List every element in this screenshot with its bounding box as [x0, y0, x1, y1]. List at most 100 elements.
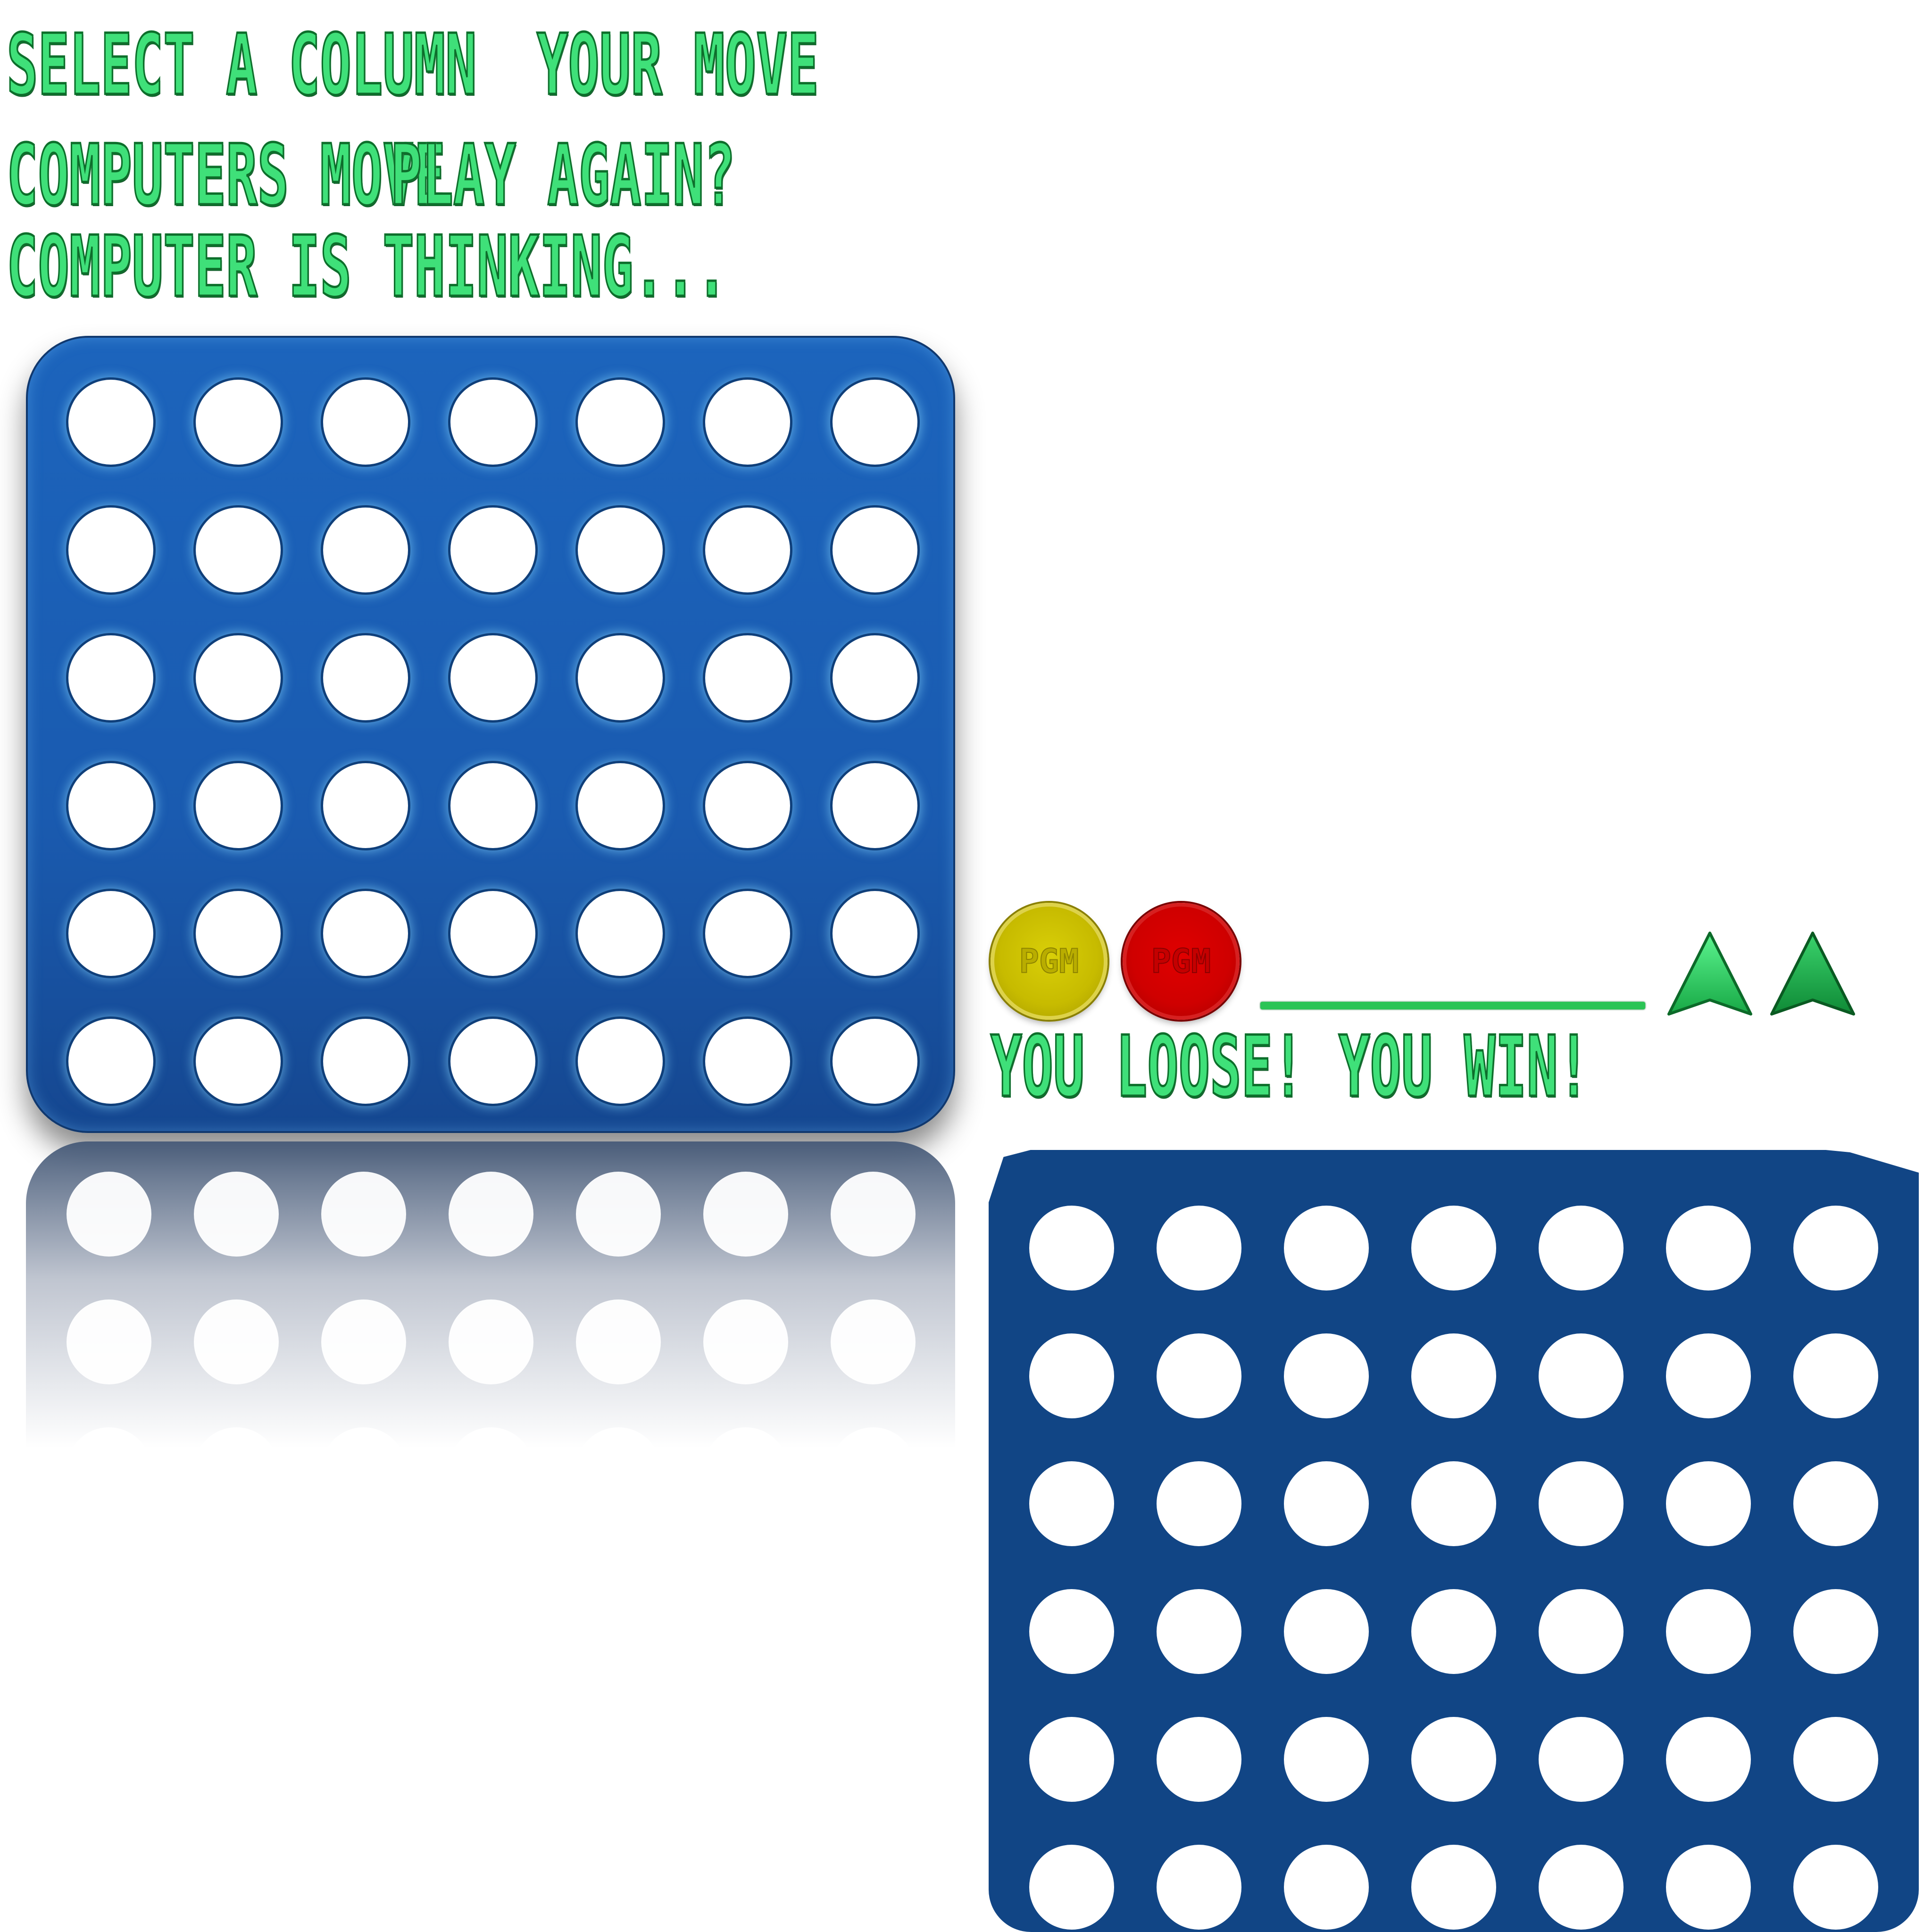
your-move-label: Your Move	[536, 15, 819, 115]
board-slot[interactable]	[833, 380, 917, 465]
board-slot[interactable]	[68, 1019, 153, 1104]
reflection-slot	[321, 1427, 406, 1448]
board-slot[interactable]	[1793, 1589, 1878, 1674]
board-slot[interactable]	[1284, 1717, 1369, 1802]
board-slot[interactable]	[833, 763, 917, 848]
column-arrow-icon[interactable]	[1768, 929, 1857, 1024]
board-slot[interactable]	[1157, 1845, 1241, 1930]
board-slot[interactable]	[833, 1019, 917, 1104]
board-slot[interactable]	[196, 763, 281, 848]
board-slot[interactable]	[705, 508, 790, 592]
board-slot[interactable]	[323, 1019, 408, 1104]
reflection-slot	[831, 1172, 916, 1257]
board-slot[interactable]	[1157, 1717, 1241, 1802]
board-slot[interactable]	[450, 891, 535, 976]
board-slot[interactable]	[578, 508, 663, 592]
board-slot[interactable]	[323, 380, 408, 465]
board-slot[interactable]	[450, 763, 535, 848]
board-slot[interactable]	[196, 891, 281, 976]
board-slot[interactable]	[323, 763, 408, 848]
board-slot[interactable]	[1284, 1461, 1369, 1546]
board-slot[interactable]	[578, 380, 663, 465]
board-slot[interactable]	[68, 891, 153, 976]
yellow-chip: PGM	[991, 903, 1108, 1020]
board-slot[interactable]	[1793, 1333, 1878, 1418]
board-slot[interactable]	[323, 891, 408, 976]
board-slot[interactable]	[1157, 1461, 1241, 1546]
board-slot[interactable]	[450, 380, 535, 465]
column-indicator-line	[1260, 1002, 1645, 1009]
board-slot[interactable]	[1157, 1589, 1241, 1674]
board-slot[interactable]	[450, 508, 535, 592]
board-slot[interactable]	[1157, 1206, 1241, 1291]
board-slot[interactable]	[705, 1019, 790, 1104]
board-slot[interactable]	[1284, 1333, 1369, 1418]
board-slot[interactable]	[68, 763, 153, 848]
board-slot[interactable]	[450, 1019, 535, 1104]
board-slot[interactable]	[1284, 1206, 1369, 1291]
board-slot[interactable]	[323, 635, 408, 720]
board-slot[interactable]	[1539, 1206, 1624, 1291]
board-slot[interactable]	[450, 635, 535, 720]
board-slot[interactable]	[1539, 1845, 1624, 1930]
board-slot[interactable]	[578, 1019, 663, 1104]
board-slot[interactable]	[68, 380, 153, 465]
board-slot[interactable]	[1029, 1206, 1114, 1291]
board-slot[interactable]	[1539, 1333, 1624, 1418]
board-slot[interactable]	[1411, 1589, 1496, 1674]
board-slot[interactable]	[1666, 1589, 1751, 1674]
board-slot[interactable]	[1793, 1717, 1878, 1802]
board-slot[interactable]	[1666, 1461, 1751, 1546]
board-slot[interactable]	[1029, 1461, 1114, 1546]
column-arrow-icon[interactable]	[1665, 929, 1755, 1024]
board-slot[interactable]	[833, 635, 917, 720]
game-board[interactable]	[26, 336, 955, 1133]
board-slot[interactable]	[196, 1019, 281, 1104]
board-slot[interactable]	[1793, 1206, 1878, 1291]
board-slot[interactable]	[1539, 1717, 1624, 1802]
board-slot[interactable]	[1793, 1461, 1878, 1546]
board-slot[interactable]	[1411, 1333, 1496, 1418]
board-slot[interactable]	[68, 635, 153, 720]
board-slot[interactable]	[705, 763, 790, 848]
board-slot[interactable]	[1666, 1333, 1751, 1418]
board-slot[interactable]	[1666, 1717, 1751, 1802]
board-slot[interactable]	[705, 891, 790, 976]
board-slot[interactable]	[1539, 1589, 1624, 1674]
board-slot[interactable]	[196, 508, 281, 592]
board-slot[interactable]	[1029, 1333, 1114, 1418]
reflection-slot	[831, 1427, 916, 1448]
board-slot[interactable]	[1029, 1717, 1114, 1802]
board-slot[interactable]	[1666, 1206, 1751, 1291]
board-slot[interactable]	[1411, 1845, 1496, 1930]
board-slot[interactable]	[833, 891, 917, 976]
game-board-flat[interactable]	[989, 1150, 1919, 1932]
red-chip: PGM	[1123, 903, 1240, 1020]
board-slot[interactable]	[1284, 1589, 1369, 1674]
board-slot[interactable]	[833, 508, 917, 592]
board-slot[interactable]	[578, 891, 663, 976]
computers-move-label: Computers Move	[6, 125, 446, 225]
board-slot[interactable]	[1411, 1206, 1496, 1291]
play-again-button[interactable]: Play Again?	[390, 125, 736, 225]
board-slot[interactable]	[705, 380, 790, 465]
board-slot[interactable]	[1029, 1589, 1114, 1674]
board-slot[interactable]	[196, 380, 281, 465]
board-slot[interactable]	[1666, 1845, 1751, 1930]
board-slot[interactable]	[1539, 1461, 1624, 1546]
board-slot[interactable]	[1793, 1845, 1878, 1930]
board-slot[interactable]	[196, 635, 281, 720]
board-slot[interactable]	[578, 763, 663, 848]
board-slot[interactable]	[1029, 1845, 1114, 1930]
board-slot[interactable]	[1284, 1845, 1369, 1930]
board-slot[interactable]	[68, 508, 153, 592]
board-slot[interactable]	[1157, 1333, 1241, 1418]
board-slot[interactable]	[705, 635, 790, 720]
reflection-slot	[194, 1299, 279, 1384]
reflection-slot	[703, 1299, 788, 1384]
reflection-slot	[576, 1299, 661, 1384]
board-slot[interactable]	[1411, 1717, 1496, 1802]
board-slot[interactable]	[323, 508, 408, 592]
board-slot[interactable]	[1411, 1461, 1496, 1546]
board-slot[interactable]	[578, 635, 663, 720]
